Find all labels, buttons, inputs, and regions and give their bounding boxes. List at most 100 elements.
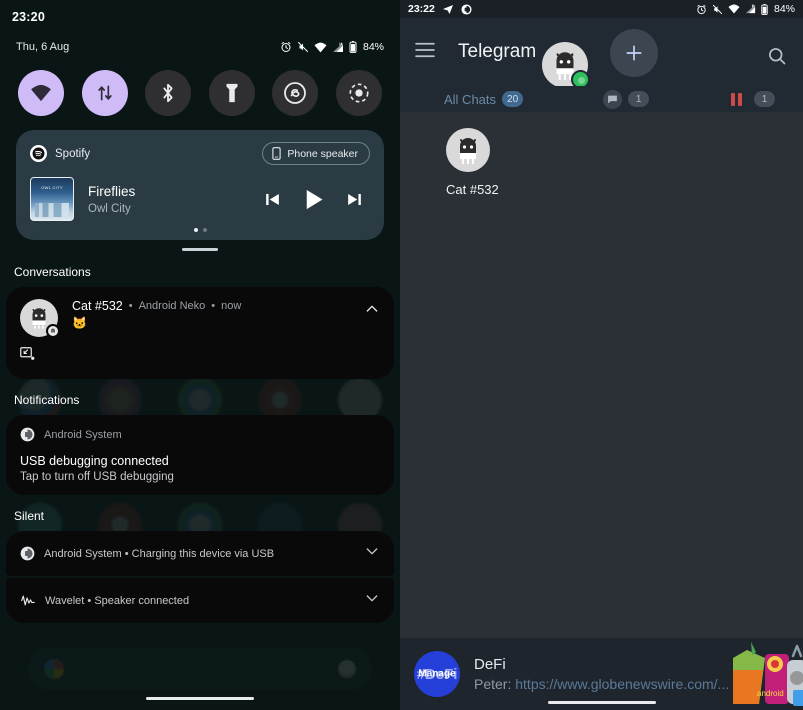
qs-tile-shazam[interactable] xyxy=(272,70,319,116)
date-label: Thu, 6 Aug xyxy=(16,41,70,53)
conversation-header: Cat #532 • Android Neko • now 🐱 xyxy=(20,299,380,338)
wavelet-icon xyxy=(21,595,35,606)
system-notification-title: USB debugging connected xyxy=(20,454,169,468)
media-app-info: Spotify xyxy=(30,145,90,162)
mute-icon xyxy=(297,42,308,52)
silent-summary: Speaker connected xyxy=(94,594,190,607)
app-badge xyxy=(46,324,60,338)
chevron-down-icon xyxy=(366,548,378,555)
conversation-title: Cat #532 xyxy=(72,299,123,313)
system-notification[interactable]: Android System USB debugging connected T… xyxy=(6,415,394,495)
tab-bar-right: 1 xyxy=(731,91,775,107)
alarm-icon xyxy=(697,4,706,14)
tab-all-chats[interactable]: All Chats 20 xyxy=(444,91,524,107)
home-gesture-pill[interactable] xyxy=(547,701,656,704)
menu-button[interactable] xyxy=(414,42,436,63)
system-notification-header: Android System xyxy=(20,427,380,442)
battery-icon xyxy=(761,3,768,15)
status-bar: 23:20 xyxy=(0,0,400,34)
neko-badge-icon xyxy=(49,327,57,335)
battery-percent-label: 84% xyxy=(773,3,795,15)
conversation-message: 🐱 xyxy=(72,316,87,330)
avatar xyxy=(20,299,60,338)
expand-collapse-button[interactable] xyxy=(364,299,380,322)
manage-button[interactable]: Manage xyxy=(418,669,455,680)
story-avatar[interactable] xyxy=(542,42,590,89)
bubble-icon xyxy=(20,347,35,360)
app-title: Telegram xyxy=(458,41,537,62)
expand-button[interactable] xyxy=(364,590,380,611)
battery-icon xyxy=(349,41,357,53)
notification-shade: Photos Instagram Chrome YouTube Files xyxy=(0,0,400,710)
spotify-glyph xyxy=(32,147,45,160)
bluetooth-icon xyxy=(163,83,173,103)
message-sender: Peter: xyxy=(474,676,512,692)
expand-button[interactable] xyxy=(364,543,380,564)
search-icon xyxy=(769,48,786,65)
section-header-conversations: Conversations xyxy=(14,265,91,279)
separator: • xyxy=(211,300,216,312)
flashlight-icon xyxy=(226,83,238,103)
section-header-notifications: Notifications xyxy=(14,393,80,407)
page-dot xyxy=(193,228,198,232)
date-row: Thu, 6 Aug 84% xyxy=(0,34,400,60)
media-controls xyxy=(263,186,370,213)
separator: • xyxy=(128,300,133,312)
qs-tile-screen-record[interactable] xyxy=(335,70,382,116)
silent-notification[interactable]: Android System • Charging this device vi… xyxy=(6,531,394,576)
list-item[interactable]: Cat #532 xyxy=(400,128,803,197)
home-gesture-pill[interactable] xyxy=(146,696,254,700)
conversation-body: Cat #532 • Android Neko • now 🐱 xyxy=(72,299,358,330)
telegram-chat-list: Cat #532 xyxy=(400,112,803,710)
open-bubble-button[interactable] xyxy=(20,347,35,367)
tab-unread[interactable]: 1 xyxy=(603,89,650,109)
status-bar-left: 23:22 xyxy=(408,3,472,15)
screen-record-icon xyxy=(349,83,369,103)
pause-icon[interactable] xyxy=(731,92,742,106)
chat-name: Cat #532 xyxy=(446,182,499,197)
new-chat-button[interactable] xyxy=(610,29,658,77)
album-art-text: OWL CITY xyxy=(41,185,63,190)
qs-tile-bluetooth[interactable] xyxy=(145,70,192,116)
wifi-icon xyxy=(314,42,327,52)
media-player-header: Spotify Phone speaker xyxy=(30,142,370,165)
media-player-card[interactable]: Spotify Phone speaker OWL CITY Fireflies… xyxy=(16,130,384,240)
telegram-tab-bar: All Chats 20 1 1 xyxy=(400,86,803,112)
page-dot xyxy=(202,228,207,232)
track-title: Fireflies xyxy=(88,183,136,199)
media-output-switcher[interactable]: Phone speaker xyxy=(262,142,370,165)
search-button[interactable] xyxy=(767,46,787,71)
next-track-icon xyxy=(348,193,361,205)
silent-notification-text: Wavelet • Speaker connected xyxy=(45,595,364,607)
silent-notification-text: Android System • Charging this device vi… xyxy=(44,548,364,560)
tab-badge: 1 xyxy=(754,91,775,107)
android-system-icon xyxy=(20,427,35,442)
media-page-indicator xyxy=(30,228,370,232)
media-player-body: OWL CITY Fireflies Owl City xyxy=(30,177,370,221)
telegram-header: Telegram xyxy=(400,18,803,89)
conversation-notification[interactable]: Cat #532 • Android Neko • now 🐱 xyxy=(6,287,394,379)
silent-notification[interactable]: Wavelet • Speaker connected xyxy=(6,578,394,623)
telegram-status-bar: 23:22 84% xyxy=(400,0,803,18)
media-output-label: Phone speaker xyxy=(287,147,358,160)
conversation-timestamp: now xyxy=(221,300,242,312)
tab-label: All Chats xyxy=(444,91,497,107)
avatar: #DeFi Manage xyxy=(414,651,460,697)
separator: • xyxy=(124,547,129,560)
play-button[interactable] xyxy=(300,186,327,213)
telegram-app: 23:22 84% Telegram All Chats 20 1 1 Cat … xyxy=(400,0,803,710)
status-icons: 84% xyxy=(696,3,795,15)
qs-tile-flashlight[interactable] xyxy=(208,70,255,116)
shazam-icon xyxy=(284,82,307,104)
bubble-icon xyxy=(608,95,618,103)
next-button[interactable] xyxy=(345,190,364,209)
qs-tile-mobile-data[interactable] xyxy=(81,70,128,116)
play-icon xyxy=(306,189,323,209)
qs-tile-wifi[interactable] xyxy=(18,70,64,116)
conversation-meta: Cat #532 • Android Neko • now xyxy=(72,299,358,313)
bottom-notification-overlay[interactable]: #DeFi Manage DeFi Peter: https://www.glo… xyxy=(400,638,803,710)
previous-button[interactable] xyxy=(263,190,282,209)
separator: • xyxy=(87,594,92,607)
status-icons: 84% xyxy=(280,41,384,53)
spotify-icon xyxy=(30,145,47,162)
